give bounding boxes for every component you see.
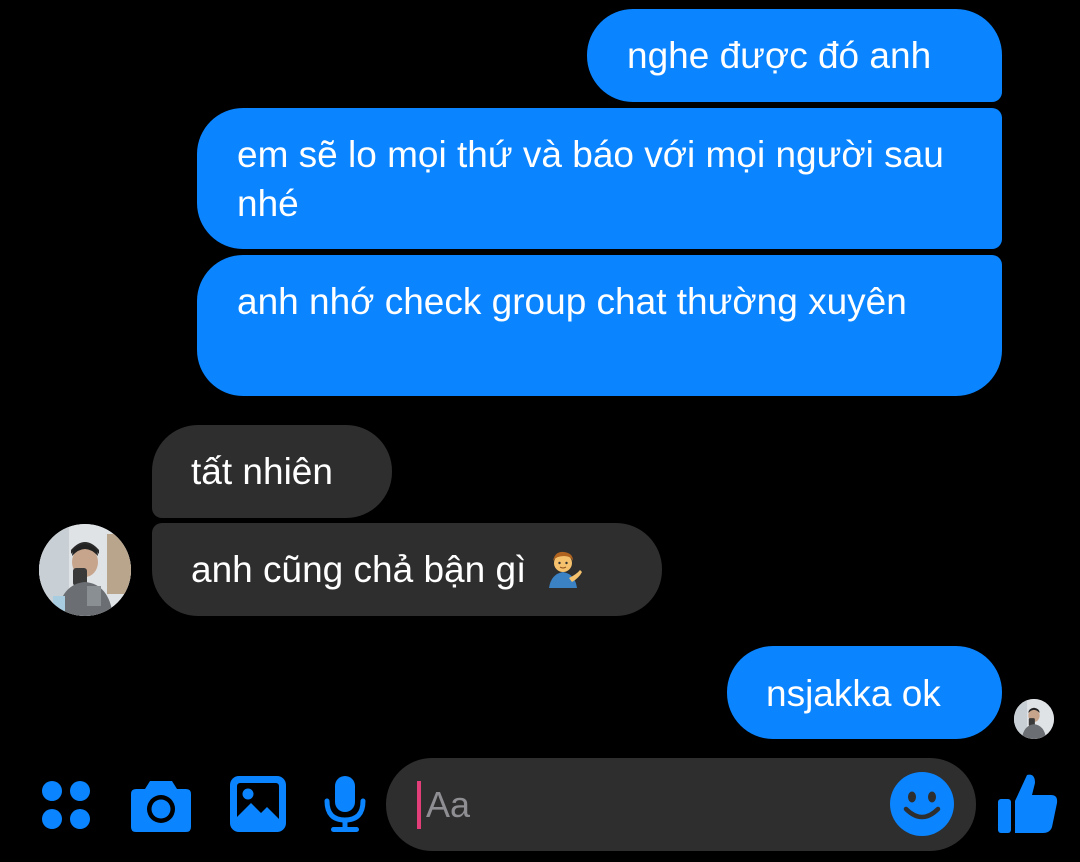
gallery-icon[interactable] [229, 775, 287, 833]
message-composer[interactable] [386, 758, 976, 851]
message-text: nsjakka ok [766, 673, 941, 714]
read-receipt-avatar [1014, 699, 1054, 739]
message-text: anh nhớ check group chat thường xuyên [237, 281, 907, 322]
camera-icon[interactable] [130, 777, 192, 833]
thumbs-up-icon[interactable] [997, 771, 1059, 835]
sent-message-bubble[interactable]: em sẽ lo mọi thứ và báo với mọi người sa… [197, 108, 1002, 249]
received-message-bubble[interactable]: anh cũng chả bận gì [152, 523, 662, 616]
chat-screen: nghe được đó anh em sẽ lo mọi thứ và báo… [0, 0, 1080, 862]
person-tipping-hand-emoji-icon [543, 548, 583, 600]
message-text: anh cũng chả bận gì [191, 549, 527, 590]
message-input[interactable] [426, 780, 866, 830]
text-caret [417, 781, 421, 829]
sent-message-bubble[interactable]: nsjakka ok [727, 646, 1002, 739]
message-text: tất nhiên [191, 451, 333, 492]
grid-menu-icon[interactable] [40, 779, 92, 831]
emoji-smile-icon[interactable] [889, 771, 955, 837]
microphone-icon[interactable] [323, 775, 367, 833]
received-message-bubble[interactable]: tất nhiên [152, 425, 392, 518]
sent-message-bubble[interactable]: anh nhớ check group chat thường xuyên [197, 255, 1002, 396]
message-text: em sẽ lo mọi thứ và báo với mọi người sa… [237, 134, 944, 224]
contact-avatar[interactable] [39, 524, 131, 616]
message-text: nghe được đó anh [627, 35, 932, 76]
sent-message-bubble[interactable]: nghe được đó anh [587, 9, 1002, 102]
